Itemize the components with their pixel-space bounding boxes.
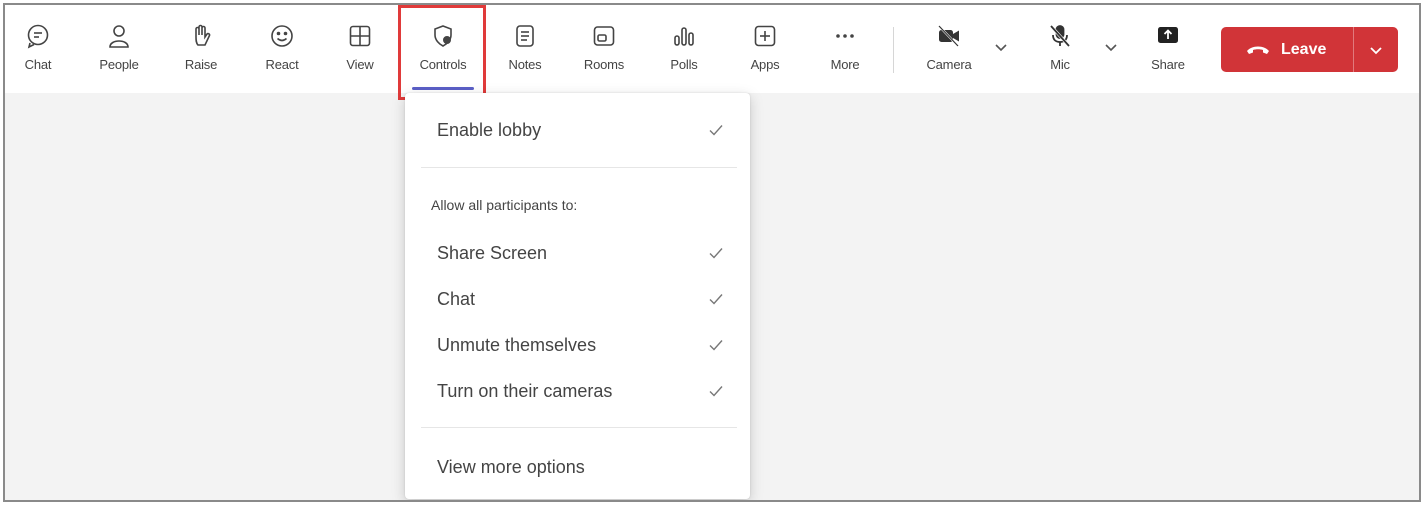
toolbar-divider [893,27,894,73]
enable-lobby-item[interactable]: Enable lobby [405,110,750,150]
notes-label: Notes [508,57,542,72]
meeting-window: Chat People Raise React View Controls No… [3,3,1421,502]
share-label: Share [1151,57,1185,72]
check-icon [709,248,723,259]
share-icon [1153,21,1183,51]
active-tab-indicator [412,87,474,90]
more-button[interactable]: More [823,5,867,91]
rooms-button[interactable]: Rooms [577,5,631,91]
view-more-options-label: View more options [437,456,585,477]
camera-options-chevron-icon[interactable] [993,39,1009,55]
notes-icon [510,21,540,51]
notes-button[interactable]: Notes [500,5,550,91]
view-button[interactable]: View [339,5,381,91]
camera-label: Camera [926,57,972,72]
people-label: People [99,57,139,72]
mic-button[interactable]: Mic [1041,5,1079,91]
leave-options-chevron-icon[interactable] [1367,41,1385,59]
chat-permission-item[interactable]: Chat [405,279,750,319]
react-label: React [265,57,299,72]
grid-view-icon [345,21,375,51]
menu-divider [421,167,737,168]
people-button[interactable]: People [92,5,146,91]
unmute-themselves-item[interactable]: Unmute themselves [405,325,750,365]
chat-label: Chat [24,57,52,72]
more-dots-icon [830,21,860,51]
view-label: View [346,57,374,72]
check-icon [709,386,723,397]
mic-off-icon [1045,21,1075,51]
raise-label: Raise [184,57,218,72]
apps-label: Apps [750,57,780,72]
check-icon [709,125,723,136]
leave-label: Leave [1281,40,1327,58]
hang-up-icon [1247,46,1269,54]
chat-icon [23,21,53,51]
check-icon [709,294,723,305]
apps-plus-icon [750,21,780,51]
meeting-toolbar: Chat People Raise React View Controls No… [5,5,1419,93]
view-more-options-item[interactable]: View more options [405,447,750,487]
mic-label: Mic [1050,57,1070,72]
controls-label: Controls [419,57,467,72]
polls-button[interactable]: Polls [663,5,705,91]
check-icon [709,340,723,351]
raise-hand-button[interactable]: Raise [179,5,223,91]
leave-button[interactable]: Leave [1221,27,1398,72]
share-screen-label: Share Screen [437,242,548,263]
enable-lobby-label: Enable lobby [437,119,542,140]
raise-hand-icon [186,21,216,51]
people-icon [104,21,134,51]
controls-shield-icon [428,21,458,51]
share-screen-item[interactable]: Share Screen [405,233,750,273]
share-button[interactable]: Share [1145,5,1191,91]
smiley-icon [267,21,297,51]
unmute-themselves-label: Unmute themselves [437,334,597,355]
apps-button[interactable]: Apps [743,5,787,91]
polls-icon [669,21,699,51]
rooms-label: Rooms [583,57,625,72]
menu-divider [421,427,737,428]
controls-menu: Enable lobby Allow all participants to: … [405,93,750,499]
rooms-icon [589,21,619,51]
leave-split-divider [1353,27,1354,72]
allow-participants-header: Allow all participants to: [431,197,578,213]
polls-label: Polls [670,57,698,72]
camera-off-icon [934,21,964,51]
chat-button[interactable]: Chat [17,5,59,91]
react-button[interactable]: React [259,5,305,91]
turn-on-cameras-label: Turn on their cameras [437,380,613,401]
camera-button[interactable]: Camera [919,5,979,91]
controls-button[interactable]: Controls [409,5,477,91]
turn-on-cameras-item[interactable]: Turn on their cameras [405,371,750,411]
more-label: More [830,57,860,72]
chat-permission-label: Chat [437,288,476,309]
mic-options-chevron-icon[interactable] [1103,39,1119,55]
